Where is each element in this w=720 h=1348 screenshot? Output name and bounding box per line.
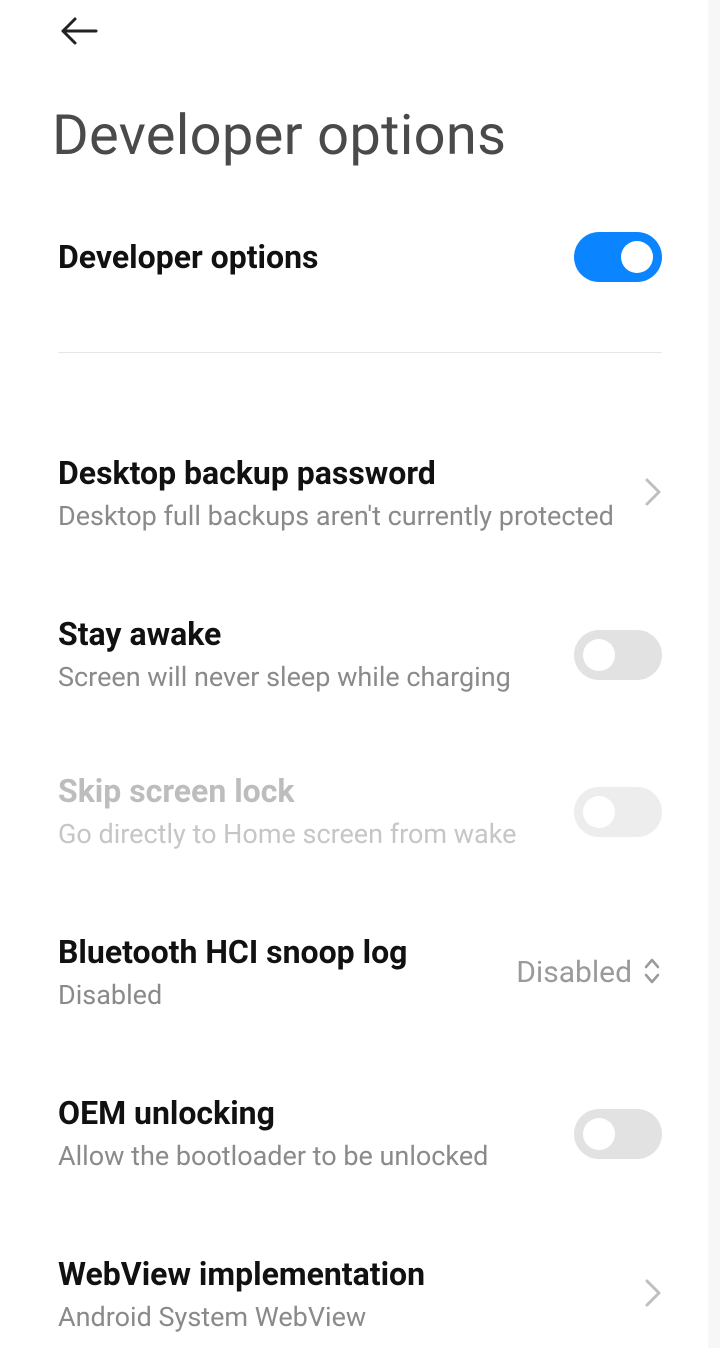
toggle-knob <box>621 241 653 273</box>
skip-screen-lock-row: Skip screen lock Go directly to Home scr… <box>58 733 662 892</box>
developer-options-master-row[interactable]: Developer options <box>58 168 662 352</box>
item-subtitle: Go directly to Home screen from wake <box>58 817 554 852</box>
desktop-backup-password-row[interactable]: Desktop backup password Desktop full bac… <box>58 423 662 574</box>
page-title-container: Developer options <box>0 54 720 168</box>
item-title: Bluetooth HCI snoop log <box>58 932 496 972</box>
developer-options-label: Developer options <box>58 237 554 277</box>
chevron-right-icon <box>644 477 662 511</box>
toggle-knob <box>583 1118 615 1150</box>
item-title: Stay awake <box>58 614 554 654</box>
item-subtitle: Screen will never sleep while charging <box>58 660 554 695</box>
oem-unlocking-row[interactable]: OEM unlocking Allow the bootloader to be… <box>58 1053 662 1214</box>
page-title: Developer options <box>52 102 668 168</box>
scrollbar-track <box>708 0 720 1348</box>
bluetooth-hci-snoop-row[interactable]: Bluetooth HCI snoop log Disabled Disable… <box>58 892 662 1053</box>
item-title: OEM unlocking <box>58 1093 554 1133</box>
item-subtitle: Allow the bootloader to be unlocked <box>58 1139 554 1174</box>
bluetooth-snoop-value: Disabled <box>516 955 632 990</box>
stay-awake-toggle[interactable] <box>574 630 662 680</box>
item-title: Desktop backup password <box>58 453 624 493</box>
item-subtitle: Android System WebView <box>58 1300 624 1335</box>
updown-icon <box>642 956 662 990</box>
developer-options-toggle[interactable] <box>574 232 662 282</box>
item-title: Skip screen lock <box>58 771 554 811</box>
toggle-knob <box>583 639 615 671</box>
item-title: WebView implementation <box>58 1254 624 1294</box>
item-subtitle: Desktop full backups aren't currently pr… <box>58 499 624 534</box>
webview-implementation-row[interactable]: WebView implementation Android System We… <box>58 1214 662 1335</box>
item-subtitle: Disabled <box>58 978 496 1013</box>
stay-awake-row[interactable]: Stay awake Screen will never sleep while… <box>58 574 662 733</box>
oem-unlocking-toggle[interactable] <box>574 1109 662 1159</box>
skip-screen-lock-toggle <box>574 787 662 837</box>
back-button[interactable] <box>58 12 100 54</box>
chevron-right-icon <box>644 1278 662 1312</box>
header-bar <box>0 0 720 54</box>
arrow-left-icon <box>59 16 99 50</box>
toggle-knob <box>583 796 615 828</box>
